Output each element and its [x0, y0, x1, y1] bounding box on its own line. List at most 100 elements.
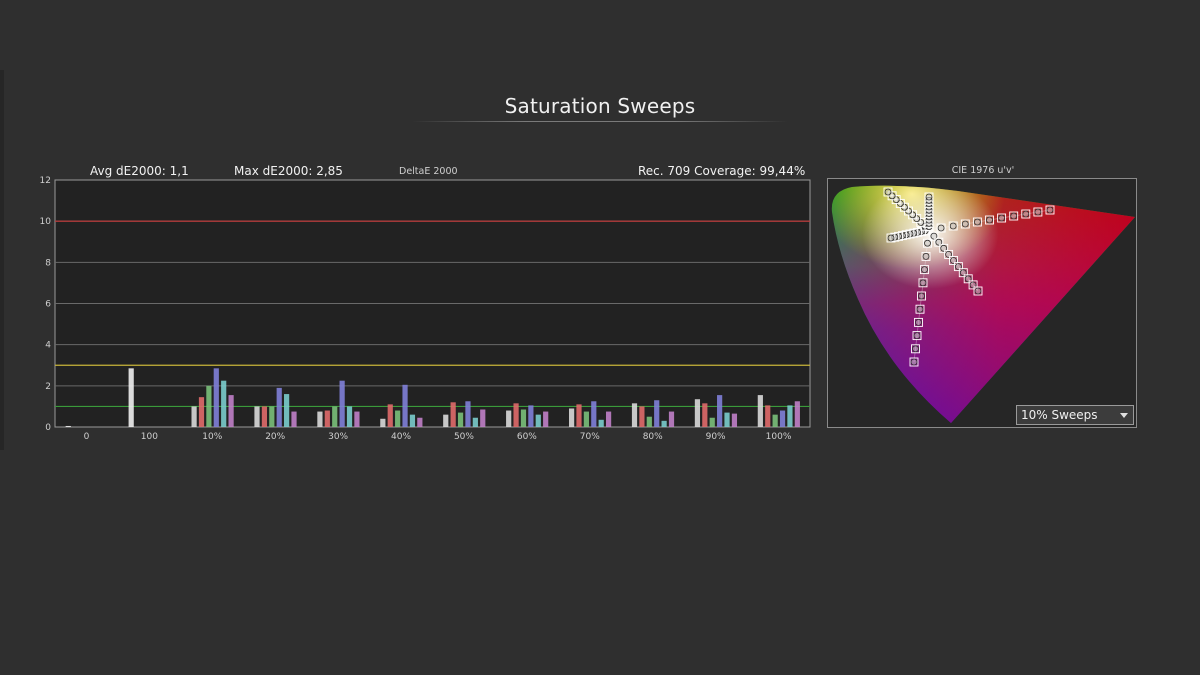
measured-point	[1010, 212, 1018, 220]
bar	[269, 406, 275, 427]
bar	[324, 410, 330, 427]
measured-point	[924, 239, 931, 247]
bar	[605, 411, 612, 427]
bar	[380, 418, 386, 427]
measured-point	[918, 292, 925, 300]
sweeps-dropdown[interactable]: 10% Sweeps	[1016, 405, 1134, 425]
x-tick-label: 20%	[265, 432, 285, 442]
bar	[779, 410, 786, 427]
bar	[276, 387, 282, 427]
cie-diagram	[831, 185, 1135, 423]
x-tick-label: 30%	[328, 432, 348, 442]
x-tick-label: 50%	[454, 432, 474, 442]
bar	[354, 411, 360, 427]
bar	[387, 404, 393, 427]
bar-chart-svg: 0 2 4 6 8 10 12 0 100 10% 20% 30% 40% 50% 60% 70% 80% 90%…	[40, 176, 811, 442]
measured-point	[937, 224, 945, 232]
bar	[65, 425, 71, 427]
bar	[513, 403, 519, 427]
bar	[772, 414, 778, 427]
bar	[661, 420, 667, 427]
bar	[228, 395, 234, 427]
bar	[213, 368, 219, 427]
measured-point	[884, 188, 892, 196]
x-tick-label: 90%	[706, 432, 726, 442]
page-title: Saturation Sweeps	[504, 94, 696, 118]
measured-point	[1046, 206, 1054, 214]
x-tick-label: 80%	[643, 432, 663, 442]
bar	[450, 402, 456, 427]
calibration-report: Saturation Sweeps Avg dE2000: 1,1 Max dE…	[0, 0, 1200, 675]
y-tick-label: 2	[45, 382, 51, 392]
bar	[576, 404, 582, 427]
y-tick-label: 4	[45, 341, 51, 351]
bar	[528, 405, 534, 427]
cie-diagram-panel: 10% Sweeps	[827, 178, 1137, 428]
bar	[128, 368, 134, 427]
de-bar-chart: 0 2 4 6 8 10 12 0 100 10% 20% 30% 40% 50% 60% 70% 80% 90%…	[0, 170, 820, 445]
measured-point	[974, 287, 982, 295]
x-tick-label: 70%	[580, 432, 600, 442]
bar	[417, 417, 423, 427]
bar	[646, 416, 652, 427]
title-underline	[412, 121, 788, 122]
x-tick-label: 40%	[391, 432, 411, 442]
bar	[395, 410, 401, 427]
bar	[284, 394, 290, 427]
bar	[598, 419, 604, 427]
bar	[794, 401, 800, 427]
bar	[346, 406, 353, 427]
bar	[261, 406, 268, 427]
bar	[191, 406, 197, 427]
bar	[339, 380, 345, 427]
bar	[402, 384, 408, 427]
measured-point	[921, 266, 928, 273]
measured-point	[973, 218, 981, 226]
x-tick-label: 100	[141, 432, 158, 442]
bar	[757, 395, 763, 427]
y-tick-label: 6	[45, 300, 51, 310]
bar	[694, 399, 701, 427]
cie-gamut-fill	[831, 185, 1135, 423]
x-tick-label: 60%	[517, 432, 537, 442]
measured-point	[925, 193, 933, 201]
bar	[702, 403, 708, 427]
bar	[668, 411, 675, 427]
measured-point	[949, 222, 957, 230]
bar	[221, 380, 227, 427]
measured-point	[922, 253, 930, 260]
measured-point	[916, 305, 924, 313]
measured-point	[1022, 210, 1030, 218]
bar	[291, 411, 297, 427]
bar	[709, 417, 715, 427]
bar	[317, 411, 323, 427]
bar	[457, 412, 464, 427]
y-tick-label: 8	[45, 258, 51, 268]
x-tick-label: 100%	[766, 432, 792, 442]
y-tick-label: 0	[45, 423, 51, 433]
bar	[765, 405, 771, 427]
bar	[568, 408, 575, 427]
measured-point	[961, 220, 969, 228]
bar	[443, 414, 449, 427]
bar	[654, 400, 660, 427]
measured-point	[913, 332, 921, 340]
bar	[717, 395, 723, 427]
bar	[198, 397, 205, 427]
sweeps-dropdown-value: 10% Sweeps	[1021, 408, 1098, 422]
bar	[639, 406, 645, 427]
bar	[520, 409, 527, 427]
bar	[535, 414, 541, 427]
measured-point	[986, 216, 993, 224]
bar	[583, 411, 589, 427]
y-tick-label: 10	[40, 217, 52, 227]
bar	[206, 385, 212, 427]
measured-point	[919, 279, 927, 287]
bar	[591, 401, 597, 427]
bar	[506, 410, 512, 427]
bar	[254, 406, 260, 427]
x-tick-label: 0	[84, 432, 90, 442]
bar	[787, 405, 793, 427]
cie-title: CIE 1976 u'v'	[951, 165, 1015, 176]
bar	[465, 401, 471, 427]
